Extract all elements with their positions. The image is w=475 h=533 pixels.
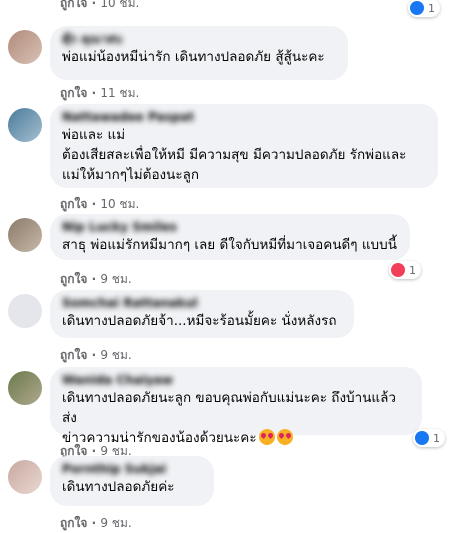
like-link[interactable]: ถูกใจ [60, 197, 87, 211]
reaction-badge[interactable]: 1 [413, 429, 445, 447]
comment-actions: ถูกใจ · 10 ชม. [60, 197, 140, 211]
heart-eyes-emoji-icon [276, 429, 293, 445]
comment-bubble: Pornthip Sukjai เดินทางปลอดภัยค่ะ [50, 456, 214, 506]
author-name[interactable]: Wanida Chaiyaw [62, 373, 410, 388]
comment-text: เดินทางปลอดภัยจ้า...หมีจะร้อนมั้ยคะ นั่ง… [62, 313, 337, 329]
comment-text: สาธุ พ่อแม่รักหมีมากๆ เลย ดีใจกับหมีที่ม… [62, 237, 397, 253]
comment-bubble: Somchai Rattanakul เดินทางปลอดภัยจ้า...ห… [50, 290, 354, 338]
like-link[interactable]: ถูกใจ [60, 0, 87, 10]
comment-text: พ่อและ แม่ ต้องเสียสละเพื่อให้หมี มีความ… [62, 127, 407, 183]
comment-bubble: Nattawadee Paspat พ่อและ แม่ ต้องเสียสละ… [50, 104, 438, 188]
comment-bubble: Wanida Chaiyaw เดินทางปลอดภัยนะลูก ขอบคุ… [50, 367, 422, 446]
timestamp[interactable]: 9 ชม. [100, 348, 131, 362]
like-reaction-icon [410, 1, 424, 15]
comment-text: เดินทางปลอดภัยค่ะ [62, 479, 175, 495]
like-link[interactable]: ถูกใจ [60, 272, 87, 286]
comment-text-content: เดินทางปลอดภัยนะลูก ขอบคุณพ่อกับแม่นะคะ … [62, 390, 396, 446]
avatar[interactable] [8, 294, 42, 328]
comment-bubble: ตุ๊ก คุณาสบ พ่อแม่น้องหมีน่ารัก เดินทางป… [50, 26, 348, 80]
timestamp[interactable]: 10 ชม. [100, 0, 139, 10]
like-link[interactable]: ถูกใจ [60, 348, 87, 362]
like-link[interactable]: ถูกใจ [60, 86, 87, 100]
timestamp[interactable]: 10 ชม. [100, 197, 139, 211]
avatar[interactable] [8, 218, 42, 252]
comment-text: เดินทางปลอดภัยนะลูก ขอบคุณพ่อกับแม่นะคะ … [62, 388, 410, 448]
comment-actions: ถูกใจ · 11 ชม. [60, 86, 140, 100]
reaction-count: 1 [428, 1, 435, 15]
author-name[interactable]: ตุ๊ก คุณาสบ [62, 32, 336, 47]
author-name[interactable]: Nattawadee Paspat [62, 110, 426, 125]
reaction-badge-top[interactable]: 1 [408, 0, 440, 17]
comment-actions: ถูกใจ · 9 ชม. [60, 348, 132, 362]
heart-eyes-emoji-icon [258, 429, 275, 445]
author-name[interactable]: Nip Lucky Smiles [62, 220, 398, 235]
author-name[interactable]: Somchai Rattanakul [62, 296, 342, 311]
comment-text: พ่อแม่น้องหมีน่ารัก เดินทางปลอดภัย สู้สู… [62, 49, 325, 65]
comment-actions: ถูกใจ · 9 ชม. [60, 272, 132, 286]
avatar[interactable] [8, 460, 42, 494]
reaction-badge[interactable]: 1 [389, 261, 421, 279]
reaction-count: 1 [409, 263, 416, 277]
comment-actions-top: ถูกใจ · 10 ชม. [60, 0, 139, 13]
avatar[interactable] [8, 108, 42, 142]
comment-bubble: Nip Lucky Smiles สาธุ พ่อแม่รักหมีมากๆ เ… [50, 214, 410, 260]
timestamp[interactable]: 11 ชม. [100, 86, 139, 100]
reaction-count: 1 [433, 431, 440, 445]
timestamp[interactable]: 9 ชม. [100, 516, 131, 530]
avatar[interactable] [8, 30, 42, 64]
like-reaction-icon [415, 431, 429, 445]
love-reaction-icon [391, 263, 405, 277]
comment-actions: ถูกใจ · 9 ชม. [60, 516, 132, 530]
like-link[interactable]: ถูกใจ [60, 516, 87, 530]
timestamp[interactable]: 9 ชม. [100, 272, 131, 286]
avatar[interactable] [8, 371, 42, 405]
author-name[interactable]: Pornthip Sukjai [62, 462, 202, 477]
